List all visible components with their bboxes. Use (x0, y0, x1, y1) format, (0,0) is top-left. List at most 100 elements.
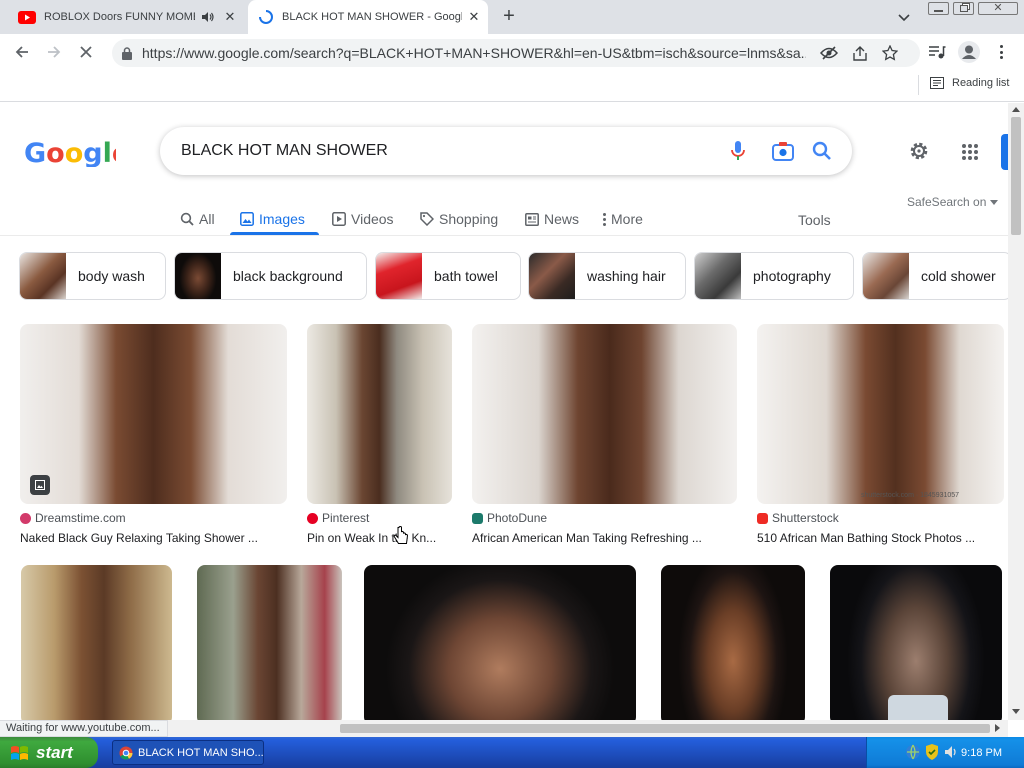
speaker-icon[interactable] (201, 11, 214, 23)
result-image[interactable] (307, 324, 452, 504)
search-icon[interactable] (812, 141, 832, 161)
tab-images[interactable]: Images (240, 204, 305, 234)
result-caption[interactable]: African American Man Taking Refreshing .… (472, 531, 737, 545)
forward-button[interactable] (40, 38, 68, 66)
chip-washing-hair[interactable]: washing hair (528, 252, 686, 300)
share-icon[interactable] (852, 45, 868, 61)
start-button[interactable]: start (0, 737, 98, 768)
result-image[interactable] (20, 324, 287, 504)
bookmark-star-icon[interactable] (882, 45, 898, 61)
reading-list-button[interactable]: Reading list (930, 77, 1009, 89)
chip-label: bath towel (434, 268, 498, 284)
result-source[interactable]: PhotoDune (472, 511, 547, 525)
result-image[interactable] (830, 565, 1002, 720)
tab-label: Shopping (439, 211, 499, 227)
minimize-button[interactable] (928, 2, 949, 15)
chip-black-background[interactable]: black background (174, 252, 367, 300)
pinterest-icon (307, 512, 318, 524)
chip-body-wash[interactable]: body wash (19, 252, 166, 300)
caret-down-icon (990, 199, 999, 205)
result-image[interactable]: shutterstock.com · 1845931057 (757, 324, 1004, 504)
scroll-up-arrow-icon[interactable] (1012, 107, 1020, 112)
tools-button[interactable]: Tools (798, 205, 831, 235)
tab-shopping[interactable]: Shopping (420, 204, 498, 234)
vertical-scrollbar[interactable] (1008, 103, 1024, 720)
close-tab-icon[interactable]: ✕ (466, 9, 482, 25)
omnibox[interactable]: https://www.google.com/search?q=BLACK+HO… (112, 39, 920, 67)
chip-label: black background (233, 268, 343, 284)
tab-more[interactable]: More (603, 204, 643, 234)
tab-strip: ROBLOX Doors FUNNY MOMEN ✕ BLACK HOT MAN… (0, 0, 1024, 34)
clock[interactable]: 9:18 PM (961, 747, 1002, 759)
google-logo[interactable]: Google (24, 137, 116, 167)
profile-avatar-icon[interactable] (958, 41, 980, 63)
scroll-down-arrow-icon[interactable] (1012, 709, 1020, 714)
chip-photography[interactable]: photography (694, 252, 854, 300)
tab-label: More (611, 211, 643, 227)
media-controls-icon[interactable] (928, 44, 946, 60)
restore-button[interactable] (953, 2, 974, 15)
result-caption[interactable]: Pin on Weak In the Kn... (307, 531, 452, 545)
scroll-thumb[interactable] (1011, 117, 1021, 235)
stop-loading-button[interactable] (72, 38, 100, 66)
result-source[interactable]: Shutterstock (757, 511, 839, 525)
search-box[interactable]: BLACK HOT MAN SHOWER (160, 127, 852, 175)
security-shield-icon[interactable] (925, 744, 939, 760)
apps-grid-icon[interactable] (962, 144, 978, 160)
close-tab-icon[interactable]: ✕ (222, 9, 238, 25)
tab-label: All (199, 211, 215, 227)
window-controls: ✕ (928, 2, 1022, 16)
speaker-volume-icon[interactable] (944, 745, 958, 759)
search-input[interactable]: BLACK HOT MAN SHOWER (160, 142, 388, 160)
play-icon (332, 212, 346, 226)
back-button[interactable] (8, 38, 36, 66)
microphone-icon[interactable] (730, 140, 746, 162)
tab-news[interactable]: News (525, 204, 579, 234)
tab-search-icon[interactable] (895, 8, 913, 26)
towel-region (888, 695, 948, 720)
dreamstime-icon (20, 512, 31, 524)
sign-in-button[interactable] (1001, 134, 1008, 170)
chip-label: body wash (78, 268, 145, 284)
result-source[interactable]: Pinterest (307, 511, 369, 525)
tab-label: Images (259, 211, 305, 227)
image-icon (240, 212, 254, 226)
tab-google-search[interactable]: BLACK HOT MAN SHOWER - Google ✕ (248, 0, 488, 34)
camera-lens-icon[interactable] (772, 141, 794, 161)
result-caption[interactable]: Naked Black Guy Relaxing Taking Shower .… (20, 531, 287, 545)
system-tray: 9:18 PM (866, 737, 1024, 768)
safesearch-toggle[interactable]: SafeSearch on (907, 195, 999, 209)
tag-icon (420, 212, 434, 226)
chip-thumbnail (175, 253, 221, 299)
newspaper-icon (525, 212, 539, 226)
safesearch-label: SafeSearch on (907, 195, 987, 209)
lock-icon[interactable] (122, 46, 132, 60)
bookmarks-bar: Reading list (0, 70, 1024, 102)
result-image[interactable] (364, 565, 636, 720)
start-label: start (36, 742, 73, 762)
taskbar-window-chrome[interactable]: BLACK HOT MAN SHO... (112, 740, 264, 765)
chip-thumbnail (20, 253, 66, 299)
scroll-thumb[interactable] (340, 724, 990, 733)
tab-videos[interactable]: Videos (332, 204, 394, 234)
new-tab-button[interactable]: + (498, 5, 520, 27)
result-image[interactable] (197, 565, 342, 720)
tab-youtube[interactable]: ROBLOX Doors FUNNY MOMEN ✕ (8, 0, 244, 34)
result-image[interactable] (472, 324, 737, 504)
status-bubble: Waiting for www.youtube.com... (0, 720, 168, 737)
source-name: Pinterest (322, 511, 370, 525)
browser-menu-icon[interactable] (996, 44, 1006, 60)
more-vertical-icon (603, 212, 606, 226)
settings-gear-icon[interactable] (908, 140, 930, 162)
result-caption[interactable]: 510 African Man Bathing Stock Photos ... (757, 531, 987, 545)
scroll-right-arrow-icon[interactable] (995, 724, 1000, 732)
chip-cold-shower[interactable]: cold shower (862, 252, 1008, 300)
tab-all[interactable]: All (180, 204, 215, 234)
close-window-button[interactable]: ✕ (978, 2, 1018, 15)
result-source[interactable]: Dreamstime.com (20, 511, 126, 525)
chip-bath-towel[interactable]: bath towel (375, 252, 521, 300)
network-icon[interactable] (905, 744, 921, 760)
result-image[interactable] (661, 565, 805, 720)
result-image[interactable] (21, 565, 172, 720)
eye-off-icon[interactable] (820, 46, 838, 60)
